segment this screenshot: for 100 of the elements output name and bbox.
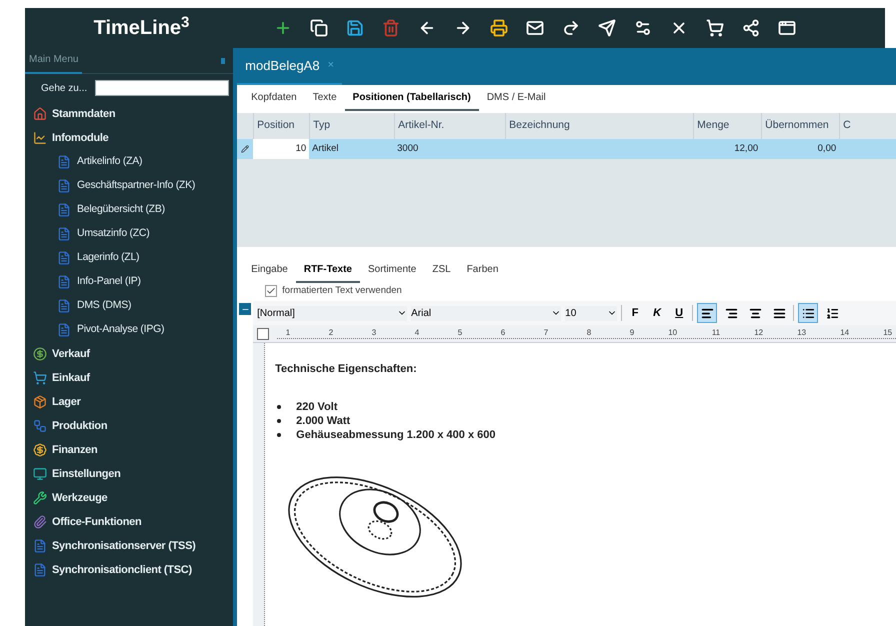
menu-item[interactable]: Werkzeuge xyxy=(52,490,108,506)
logo: TimeLine$^{3}$ xyxy=(94,13,190,41)
ruler-number: 7 xyxy=(542,328,550,338)
menu-item[interactable]: Lager xyxy=(52,394,81,410)
workflow-icon xyxy=(33,419,47,433)
paperclip-icon xyxy=(33,515,47,529)
tab-stop-icon[interactable] xyxy=(257,328,270,340)
menu-item[interactable]: Lagerinfo (ZL) xyxy=(77,250,140,266)
ruler-number: 13 xyxy=(796,328,808,338)
wrench-icon xyxy=(33,491,47,505)
tab[interactable]: Kopfdaten xyxy=(243,85,305,111)
menu-item[interactable]: Einkauf xyxy=(52,370,90,386)
size-dropdown[interactable]: 10 xyxy=(565,306,618,320)
tab[interactable]: DMS / E-Mail xyxy=(478,85,554,111)
goto-input[interactable] xyxy=(95,80,230,96)
bullet-icon xyxy=(277,404,282,408)
bullet-list-icon xyxy=(802,306,815,320)
menu-item[interactable]: Einstellungen xyxy=(52,466,121,482)
bullet-text: 220 Volt xyxy=(296,400,338,414)
chart-icon xyxy=(33,131,47,145)
dollar-icon xyxy=(33,347,47,361)
menu-item[interactable]: Pivot-Analyse (IPG) xyxy=(77,322,164,338)
bullet-text: Gehäuseabmessung 1.200 x 400 x 600 xyxy=(296,428,496,442)
table-cell-text: Artikel xyxy=(311,142,340,156)
share-icon xyxy=(742,19,760,37)
menu-item[interactable]: Info-Panel (IP) xyxy=(77,274,141,290)
numbered-list-icon xyxy=(826,306,839,320)
document-heading: Technische Eigenschaften: xyxy=(275,362,418,377)
pin-icon[interactable] xyxy=(221,58,226,64)
bullet-icon xyxy=(277,432,282,436)
italic-button[interactable]: K xyxy=(648,304,666,322)
window-icon xyxy=(778,19,796,37)
send-icon xyxy=(598,19,616,37)
delete-icon xyxy=(382,19,400,37)
tab[interactable]: ZSL xyxy=(424,257,459,283)
forward-arrow-button[interactable] xyxy=(562,19,580,37)
mail-icon xyxy=(526,19,544,37)
bullet-list-button[interactable] xyxy=(798,303,818,323)
bold-button[interactable]: F xyxy=(626,304,644,322)
ruler-number: 10 xyxy=(667,328,678,338)
printer-icon xyxy=(490,19,508,37)
menu-item[interactable]: Synchronisationserver (TSS) xyxy=(52,538,196,554)
menu-item[interactable]: Geschäftspartner-Info (ZK) xyxy=(77,178,196,194)
bullet-icon xyxy=(277,418,282,422)
document-icon xyxy=(57,227,71,241)
menu-item[interactable]: Synchronisationclient (TSC) xyxy=(52,562,192,578)
save-icon xyxy=(346,19,364,37)
style-dropdown[interactable]: [Normal] xyxy=(257,306,408,320)
menu-item[interactable]: Finanzen xyxy=(52,442,98,458)
ruler-number: 11 xyxy=(710,328,722,338)
arrow-right-button[interactable] xyxy=(454,19,472,37)
menu-item[interactable]: DMS (DMS) xyxy=(77,298,132,314)
align-left-button[interactable] xyxy=(697,303,718,323)
document-icon xyxy=(57,251,71,265)
save-button[interactable] xyxy=(346,19,364,37)
table-row[interactable]: 10 Artikel 3000 12,00 0,00 xyxy=(237,139,896,159)
table-cell-text: 12,00 xyxy=(733,142,760,156)
box-icon xyxy=(33,395,47,409)
underline-button[interactable]: U xyxy=(670,304,688,322)
copy-button[interactable] xyxy=(310,19,328,37)
tab[interactable]: Positionen (Tabellarisch) xyxy=(344,85,479,111)
menu-item[interactable]: Artikelinfo (ZA) xyxy=(77,154,142,170)
menu-item[interactable]: Produktion xyxy=(52,418,108,434)
align-justify-icon xyxy=(772,306,786,320)
arrow-left-button[interactable] xyxy=(418,19,436,37)
ruler-number: 12 xyxy=(753,328,764,338)
menu-item[interactable]: Office-Funktionen xyxy=(52,514,142,530)
menu-item[interactable]: Belegübersicht (ZB) xyxy=(77,202,165,218)
menu-item[interactable]: Umsatzinfo (ZC) xyxy=(77,226,150,242)
align-right-icon xyxy=(724,306,738,320)
share-button[interactable] xyxy=(742,19,760,37)
mail-button[interactable] xyxy=(526,19,544,37)
ruler-number: 2 xyxy=(328,328,334,338)
main-menu-tab[interactable]: Main Menu xyxy=(25,48,82,74)
font-dropdown[interactable]: Arial xyxy=(411,306,562,320)
checkbox-label: formatierten Text verwenden xyxy=(282,284,402,298)
document-tab-title: modBelegA8 xyxy=(245,56,320,75)
collapse-button[interactable] xyxy=(239,303,252,315)
ruler-number: 3 xyxy=(370,328,378,338)
menu-item[interactable]: Infomodule xyxy=(52,130,109,146)
checkbox[interactable] xyxy=(265,285,278,297)
ruler-number: 1 xyxy=(284,328,292,338)
cart-button[interactable] xyxy=(706,19,724,37)
table-cell-text: 3000 xyxy=(396,142,420,156)
add-button[interactable] xyxy=(274,19,292,37)
tab[interactable]: Farben xyxy=(458,257,506,283)
tab[interactable]: Eingabe xyxy=(243,257,296,283)
window-button[interactable] xyxy=(778,19,796,37)
ruler-number: 6 xyxy=(500,328,506,338)
home-icon xyxy=(33,107,47,121)
menu-item[interactable]: Stammdaten xyxy=(52,106,116,122)
menu-item[interactable]: Verkauf xyxy=(52,346,90,362)
tab[interactable]: Sortimente xyxy=(360,257,424,283)
tab[interactable]: Texte xyxy=(304,85,345,111)
send-button[interactable] xyxy=(598,19,616,37)
goto-label: Gehe zu... xyxy=(41,82,88,96)
printer-button[interactable] xyxy=(490,19,508,37)
delete-button[interactable] xyxy=(382,19,400,37)
copy-icon xyxy=(310,19,328,37)
tab[interactable]: RTF-Texte xyxy=(296,257,360,283)
